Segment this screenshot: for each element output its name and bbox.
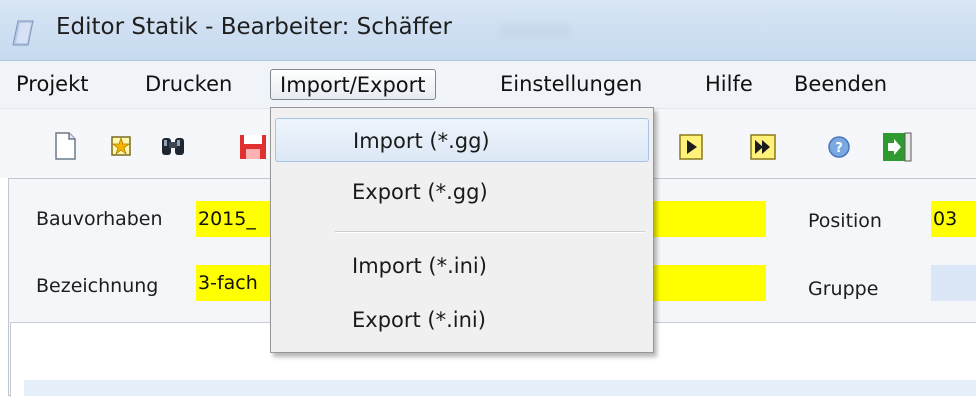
bezeichnung-label: Bezeichnung	[36, 275, 159, 297]
menu-bar: Projekt Drucken Import/Export Einstellun…	[0, 61, 976, 109]
menu-hilfe[interactable]: Hilfe	[701, 69, 757, 100]
menu-import-gg[interactable]: Import (*.gg)	[275, 118, 649, 162]
new-document-icon[interactable]	[48, 129, 82, 163]
save-icon[interactable]	[236, 129, 270, 163]
gruppe-field[interactable]	[931, 265, 976, 301]
bauvorhaben-label: Bauvorhaben	[36, 208, 163, 230]
position-label: Position	[808, 210, 882, 232]
menu-beenden[interactable]: Beenden	[790, 69, 891, 100]
menu-import-export[interactable]: Import/Export	[270, 69, 436, 100]
star-icon[interactable]	[104, 129, 138, 163]
gruppe-label: Gruppe	[808, 278, 879, 300]
binoculars-icon[interactable]	[156, 129, 190, 163]
exit-icon[interactable]	[880, 129, 914, 163]
app-icon	[12, 20, 34, 46]
fast-forward-icon[interactable]	[746, 129, 780, 163]
title-blur	[498, 24, 572, 38]
menu-export-ini[interactable]: Export (*.ini)	[275, 298, 649, 342]
menu-separator	[335, 231, 645, 233]
window-title: Editor Statik - Bearbeiter: Schäffer	[56, 14, 453, 40]
menu-drucken[interactable]: Drucken	[141, 69, 236, 100]
menu-export-gg[interactable]: Export (*.gg)	[275, 170, 649, 214]
position-field[interactable]: 03	[931, 201, 976, 237]
play-icon[interactable]	[674, 129, 708, 163]
menu-einstellungen[interactable]: Einstellungen	[496, 69, 646, 100]
menu-import-ini[interactable]: Import (*.ini)	[275, 244, 649, 288]
import-export-dropdown: Import (*.gg) Export (*.gg) Import (*.in…	[270, 107, 654, 353]
content-strip	[24, 380, 976, 396]
help-icon[interactable]: ?	[822, 129, 856, 163]
title-bar: Editor Statik - Bearbeiter: Schäffer	[0, 0, 976, 61]
menu-projekt[interactable]: Projekt	[12, 69, 92, 100]
svg-text:?: ?	[835, 141, 843, 156]
